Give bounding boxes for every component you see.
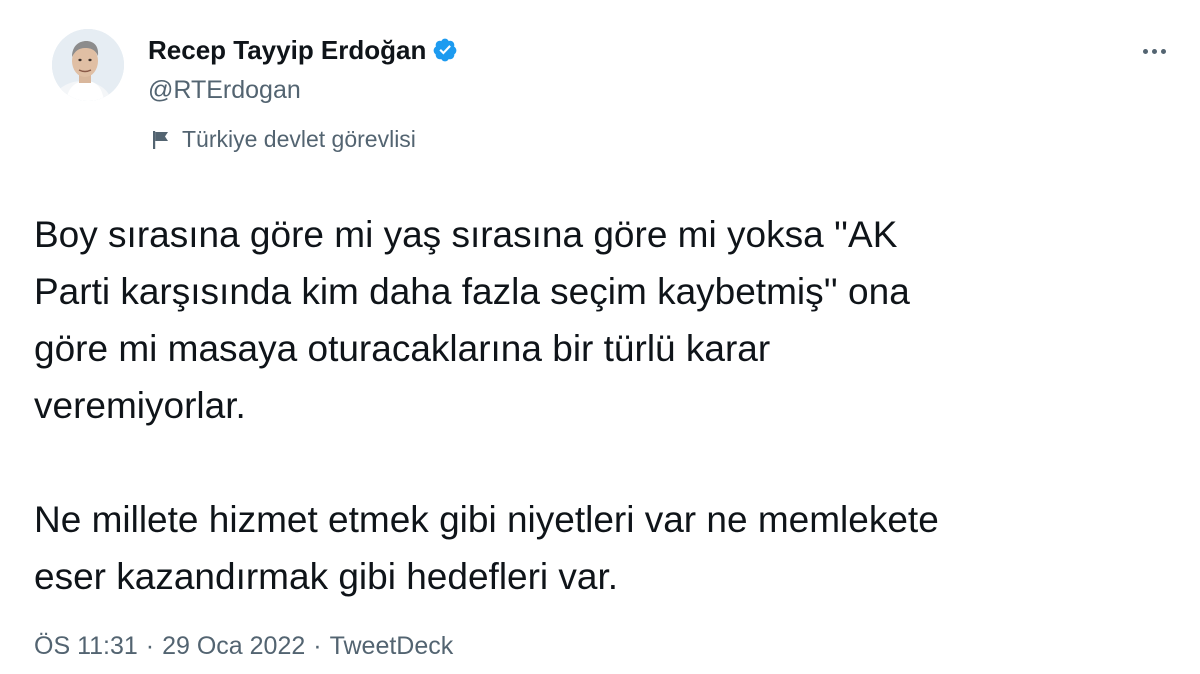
flag-icon	[150, 128, 172, 150]
tweet-time[interactable]: ÖS 11:31	[34, 630, 138, 662]
more-icon	[1142, 48, 1148, 54]
government-label-text: Türkiye devlet görevlisi	[182, 126, 416, 152]
government-label[interactable]: Türkiye devlet görevlisi	[150, 124, 416, 154]
author-name[interactable]: Recep Tayyip Erdoğan	[148, 34, 426, 66]
tweet-text: Boy sırasına göre mi yaş sırasına göre m…	[34, 206, 1184, 605]
avatar[interactable]	[52, 29, 124, 101]
author-handle[interactable]: @RTErdogan	[148, 74, 301, 106]
meta-separator: ·	[145, 632, 155, 660]
tweet-meta: ÖS 11:31 · 29 Oca 2022 · TweetDeck	[34, 630, 453, 662]
avatar-image	[52, 29, 124, 101]
tweet-date[interactable]: 29 Oca 2022	[162, 630, 305, 662]
more-button[interactable]	[1134, 36, 1174, 66]
tweet-paragraph: Ne millete hizmet etmek gibi niyetleri v…	[34, 499, 939, 597]
meta-separator: ·	[313, 632, 322, 660]
tweet-card: Recep Tayyip Erdoğan @RTErdogan Türkiye …	[0, 0, 1200, 674]
more-icon-dot	[1160, 48, 1166, 54]
verified-badge-icon	[432, 37, 458, 63]
more-icon-dot	[1151, 48, 1157, 54]
tweet-source[interactable]: TweetDeck	[330, 630, 454, 662]
tweet-paragraph: Boy sırasına göre mi yaş sırasına göre m…	[34, 214, 910, 426]
author-name-row[interactable]: Recep Tayyip Erdoğan	[148, 34, 458, 66]
